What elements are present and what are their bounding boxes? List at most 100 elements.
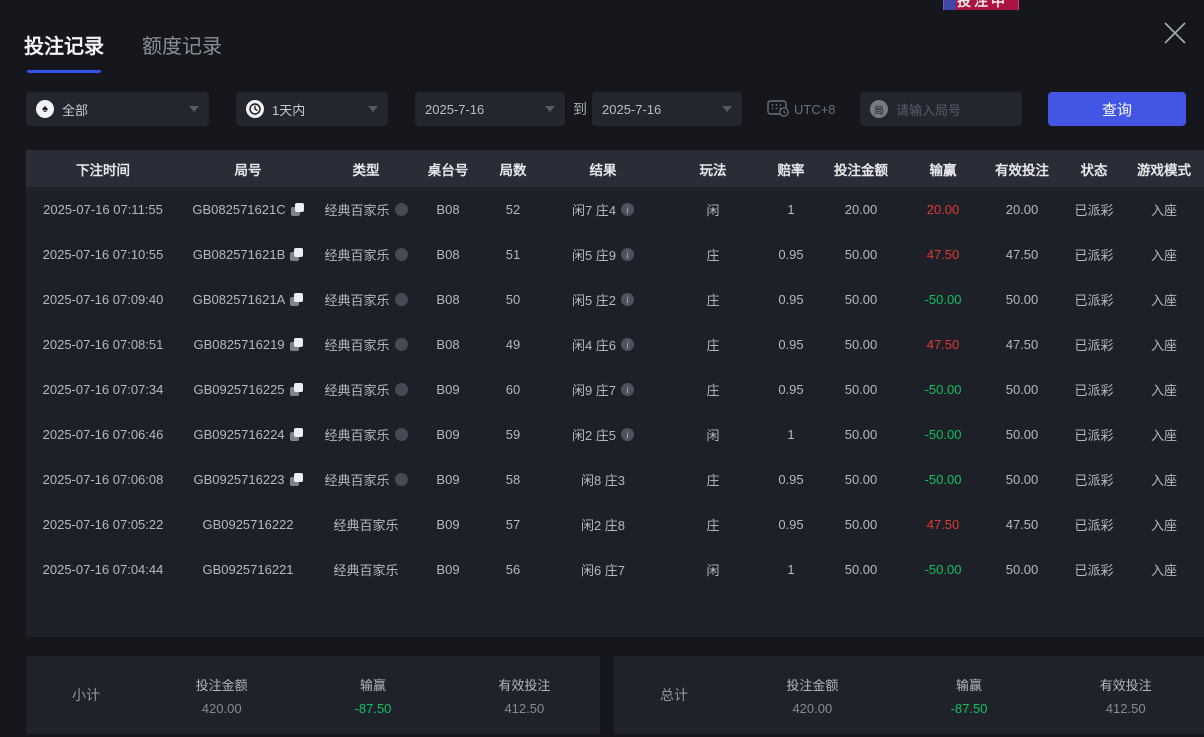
status-cell: 已派彩 — [1074, 293, 1114, 308]
tab-quota-records[interactable]: 额度记录 — [142, 30, 222, 73]
close-icon[interactable] — [1160, 18, 1190, 48]
bet-amount-cell: 50.00 — [844, 562, 878, 577]
game-type-cell: 经典百家乐 — [316, 470, 416, 489]
tab-bet-records[interactable]: 投注记录 — [24, 30, 104, 73]
table-row: 2025-07-16 07:10:55 GB082571621B 经典百家乐 B08 5… — [26, 232, 1204, 277]
column-header-10: 有效投注 — [995, 162, 1049, 178]
subtotal-valid-bet-value: 412.50 — [504, 700, 545, 716]
info-icon[interactable]: i — [621, 293, 635, 306]
game-type-select[interactable]: ♠ 全部 — [26, 92, 209, 126]
play-type-cell: 庄 — [706, 248, 720, 263]
table-number-cell: B09 — [436, 562, 460, 577]
round-id-cell: GB082571621C — [180, 202, 316, 217]
clipped-badge-text: 投注中 — [957, 0, 1008, 9]
subtotal-winloss-label: 输赢 — [359, 677, 386, 693]
tab-quota-records-label: 额度记录 — [142, 36, 222, 58]
result-cell: 闲6 庄7 — [580, 563, 626, 578]
copy-icon[interactable] — [289, 473, 303, 486]
table-row: 2025-07-16 07:06:46 GB0925716224 经典百家乐 B09 5… — [26, 412, 1204, 457]
round-id-cell: GB0925716221 — [202, 562, 294, 577]
total-valid-bet-label: 有效投注 — [1099, 677, 1152, 693]
column-header-12: 游戏模式 — [1137, 162, 1191, 178]
info-icon[interactable]: i — [621, 248, 635, 261]
bet-time-cell: 2025-07-16 07:06:46 — [42, 427, 164, 442]
valid-bet-cell: 47.50 — [1005, 517, 1039, 532]
date-to-picker[interactable]: 2025-7-16 — [592, 92, 742, 126]
copy-icon[interactable] — [290, 203, 304, 216]
round-number-cell: 58 — [505, 472, 521, 487]
summary-footer: 小计 投注金额 420.00 输赢 -87.50 有效投注 412.50 总计 … — [26, 656, 1204, 734]
time-range-value: 1天内 — [272, 102, 306, 118]
bet-time-cell: 2025-07-16 07:11:55 — [43, 202, 163, 217]
game-mode-cell: 入座 — [1150, 518, 1177, 533]
round-number-cell: 59 — [505, 427, 521, 442]
column-header-9: 输赢 — [929, 162, 957, 178]
chevron-down-icon — [189, 106, 199, 112]
game-type-value: 全部 — [62, 102, 89, 118]
game-type-dot-icon — [394, 428, 408, 441]
total-valid-bet: 有效投注 412.50 — [1047, 675, 1204, 716]
bet-records-table: 下注时间 局号 类型 桌台号 局数 结果 玩法 赔率 投注金额 输赢 有效投注 状态 游戏模式 2025… — [26, 150, 1204, 637]
bet-time-cell: 2025-07-16 07:04:44 — [42, 562, 164, 577]
odds-cell: 1 — [787, 202, 795, 217]
table-header-row: 下注时间 局号 类型 桌台号 局数 结果 玩法 赔率 投注金额 输赢 有效投注 状态 游戏模式 — [26, 150, 1204, 187]
copy-icon[interactable] — [290, 248, 304, 261]
game-mode-cell: 入座 — [1150, 563, 1177, 578]
valid-bet-cell: 47.50 — [1005, 337, 1039, 352]
result-cell: 闲5 庄9 i — [546, 245, 660, 264]
win-loss-cell: 47.50 — [926, 337, 960, 352]
timezone-indicator: UTC+8 — [766, 92, 836, 126]
odds-cell: 0.95 — [778, 517, 804, 532]
column-header-11: 状态 — [1080, 162, 1108, 178]
date-from-picker[interactable]: 2025-7-16 — [415, 92, 565, 126]
round-number-input[interactable]: 局 请输入局号 — [860, 92, 1022, 126]
status-cell: 已派彩 — [1074, 428, 1114, 443]
info-icon[interactable]: i — [621, 428, 635, 441]
query-button[interactable]: 查询 — [1048, 92, 1186, 126]
info-icon[interactable]: i — [621, 338, 635, 351]
subtotal-valid-bet-label: 有效投注 — [498, 677, 551, 693]
filter-bar: ♠ 全部 1天内 2025-7-16 到 2025-7-16 UTC+8 局 请… — [0, 92, 1204, 126]
play-type-cell: 庄 — [706, 383, 720, 398]
round-icon: 局 — [870, 100, 888, 118]
game-type-dot-icon — [394, 473, 408, 486]
calendar-clock-icon — [766, 98, 790, 121]
round-number-cell: 56 — [505, 562, 521, 577]
copy-icon[interactable] — [289, 338, 303, 351]
column-header-3: 桌台号 — [427, 162, 469, 178]
result-cell: 闲2 庄5 i — [546, 425, 660, 444]
table-row: 2025-07-16 07:08:51 GB0825716219 经典百家乐 B08 4… — [26, 322, 1204, 367]
time-range-select[interactable]: 1天内 — [236, 92, 388, 126]
table-number-cell: B08 — [436, 202, 460, 217]
table-row: 2025-07-16 07:05:22 GB0925716222 经典百家乐 B09 5… — [26, 502, 1204, 547]
round-id-cell: GB0925716225 — [180, 382, 316, 397]
result-cell: 闲2 庄8 — [580, 518, 626, 533]
round-id-cell: GB0925716223 — [180, 472, 316, 487]
result-cell: 闲4 庄6 i — [546, 335, 660, 354]
game-mode-cell: 入座 — [1150, 428, 1177, 443]
tab-bar: 投注记录 额度记录 — [24, 30, 222, 73]
bet-amount-cell: 20.00 — [844, 202, 878, 217]
win-loss-cell: -50.00 — [924, 562, 962, 577]
status-cell: 已派彩 — [1074, 338, 1114, 353]
spade-icon: ♠ — [36, 100, 54, 118]
info-icon[interactable]: i — [621, 203, 635, 216]
copy-icon[interactable] — [289, 428, 303, 441]
column-header-5: 结果 — [589, 162, 617, 178]
bet-amount-cell: 50.00 — [844, 247, 878, 262]
copy-icon[interactable] — [289, 383, 303, 396]
info-icon[interactable]: i — [621, 383, 635, 396]
status-cell: 已派彩 — [1074, 248, 1114, 263]
status-cell: 已派彩 — [1074, 203, 1114, 218]
win-loss-cell: -50.00 — [924, 292, 962, 307]
game-type-cell: 经典百家乐 — [316, 425, 416, 444]
play-type-cell: 闲 — [706, 203, 720, 218]
win-loss-cell: 47.50 — [926, 247, 960, 262]
total-label: 总计 — [660, 687, 688, 703]
copy-icon[interactable] — [290, 293, 304, 306]
subtotal-valid-bet: 有效投注 412.50 — [449, 675, 600, 716]
column-header-4: 局数 — [499, 162, 527, 178]
valid-bet-cell: 50.00 — [1005, 562, 1039, 577]
game-type-cell: 经典百家乐 — [316, 335, 416, 354]
odds-cell: 0.95 — [778, 472, 804, 487]
